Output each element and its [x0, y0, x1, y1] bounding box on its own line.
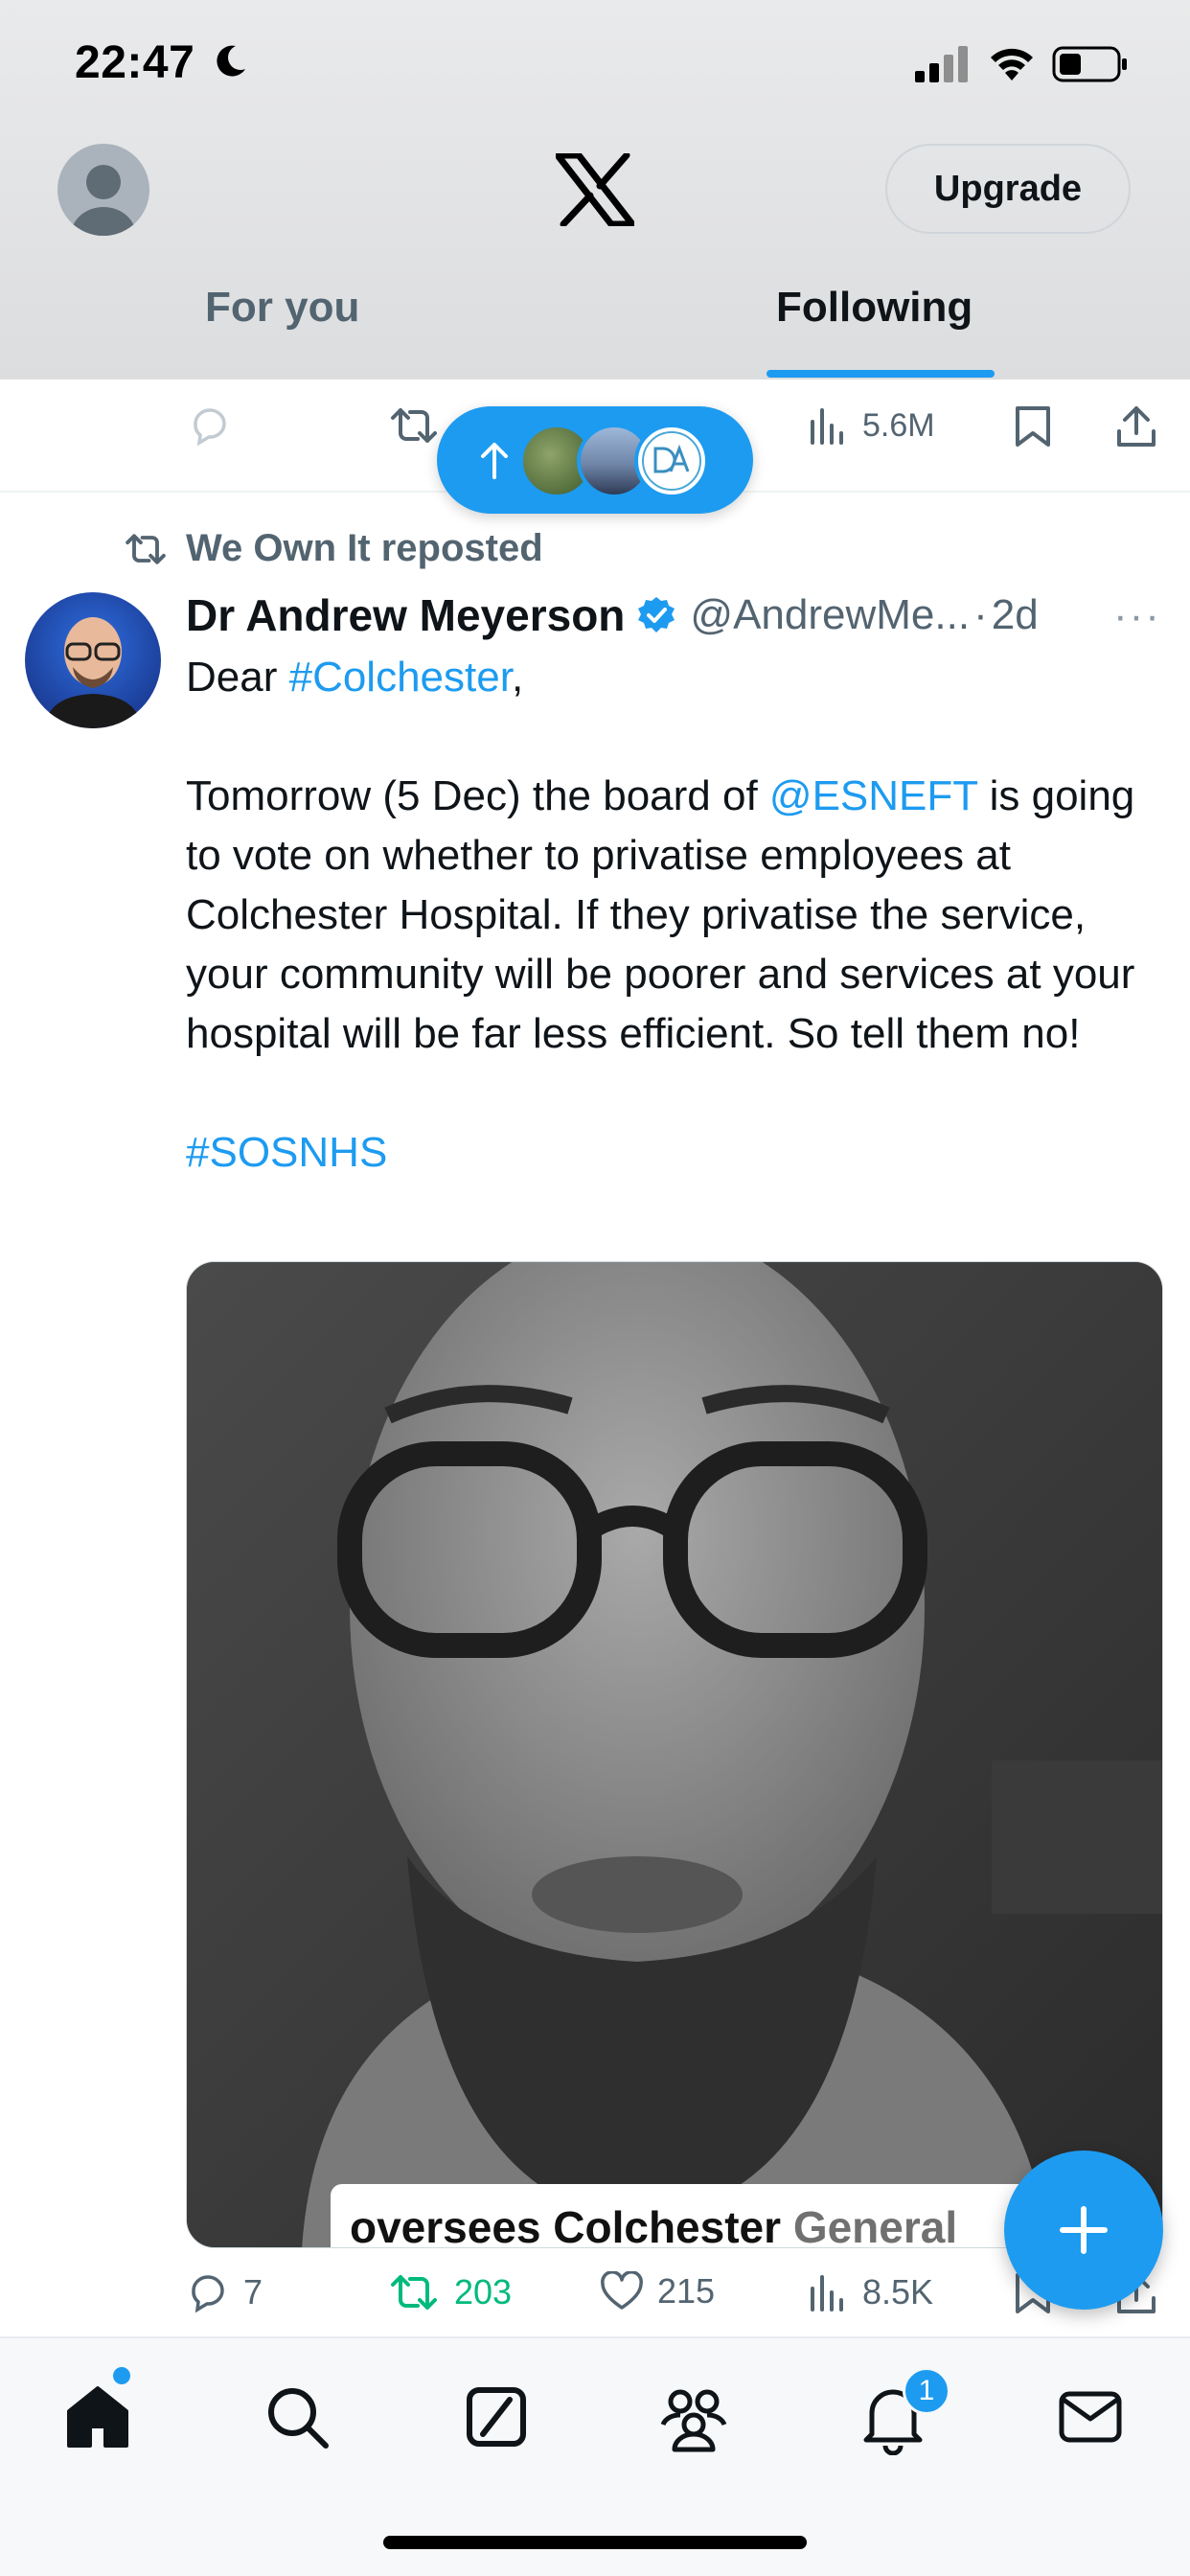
- nav-messages[interactable]: [1052, 2379, 1129, 2455]
- nav-grok[interactable]: [458, 2379, 535, 2455]
- avatar: [634, 424, 709, 498]
- body-paragraph: Tomorrow (5 Dec) the board of @ESNEFT is…: [186, 772, 1135, 1057]
- x-logo-icon[interactable]: [556, 153, 634, 226]
- avatar-portrait-icon: [44, 617, 142, 728]
- repost-icon: [391, 2275, 437, 2310]
- like-icon: [601, 2271, 643, 2310]
- separator-dot: ·: [973, 591, 988, 638]
- compose-post-button[interactable]: [1004, 2150, 1163, 2310]
- mail-icon: [1059, 2391, 1122, 2443]
- share-icon: [1117, 406, 1156, 447]
- post-time[interactable]: 2d: [992, 591, 1039, 639]
- views-button[interactable]: 5.6M: [807, 404, 935, 447]
- share-button[interactable]: [1115, 404, 1157, 448]
- repost-icon: [126, 533, 166, 564]
- status-time: 22:47: [75, 37, 195, 88]
- reply-button[interactable]: 7: [186, 2271, 263, 2313]
- hashtag-link[interactable]: #SOSNHS: [186, 1129, 387, 1176]
- views-icon: [811, 2275, 843, 2312]
- verified-icon[interactable]: [636, 595, 676, 635]
- tweet-body: Dear #Colchester, Tomorrow (5 Dec) the b…: [186, 648, 1154, 1183]
- home-indicator: [383, 2536, 807, 2549]
- status-bar: 22:47: [0, 0, 1190, 128]
- search-icon: [268, 2388, 329, 2449]
- reply-count: 7: [243, 2272, 263, 2312]
- repost-context[interactable]: We Own It reposted: [123, 527, 543, 570]
- greeting-line: Dear #Colchester,: [186, 654, 524, 701]
- home-icon: [67, 2386, 128, 2448]
- reply-icon: [194, 408, 226, 447]
- wifi-icon: [991, 48, 1033, 80]
- bookmark-button[interactable]: [1014, 404, 1052, 448]
- default-avatar-icon: [71, 165, 136, 236]
- profile-avatar-button[interactable]: [57, 144, 149, 236]
- mention-link[interactable]: @ESNEFT: [769, 772, 977, 819]
- like-button[interactable]: 215: [600, 2271, 715, 2312]
- views-count: 8.5K: [862, 2272, 934, 2312]
- views-count: 5.6M: [862, 406, 935, 444]
- views-icon: [811, 408, 843, 445]
- upgrade-button[interactable]: Upgrade: [885, 144, 1131, 234]
- nav-communities[interactable]: [655, 2379, 732, 2455]
- nav-home[interactable]: [59, 2379, 136, 2455]
- author-handle[interactable]: @AndrewMe...: [690, 591, 970, 639]
- video-caption: oversees Colchester General: [331, 2184, 1059, 2247]
- home-unread-dot: [113, 2367, 130, 2384]
- active-tab-indicator: [767, 370, 995, 378]
- plus-icon: [1060, 2206, 1108, 2254]
- tab-following[interactable]: Following: [776, 284, 973, 332]
- like-count: 215: [657, 2271, 716, 2311]
- tab-for-you[interactable]: For you: [205, 284, 359, 332]
- author-name[interactable]: Dr Andrew Meyerson: [186, 589, 625, 641]
- bookmark-icon: [1016, 406, 1050, 447]
- nav-search[interactable]: [259, 2379, 335, 2455]
- signal-icon: [915, 46, 968, 82]
- video-frame-image: [187, 1262, 1162, 2247]
- communities-icon: [660, 2389, 727, 2452]
- arrow-up-icon: [481, 443, 508, 479]
- repost-button[interactable]: [387, 404, 441, 447]
- da-logo-icon: [642, 431, 701, 491]
- battery-icon: [1052, 46, 1127, 82]
- hashtag-link[interactable]: #Colchester: [289, 654, 512, 701]
- views-button[interactable]: 8.5K: [807, 2271, 933, 2313]
- top-header: 22:47 Upgrade For you Following: [0, 0, 1190, 380]
- grok-icon: [467, 2387, 526, 2447]
- repost-button[interactable]: 203: [387, 2271, 512, 2313]
- new-posts-pill[interactable]: [437, 406, 753, 514]
- repost-count: 203: [454, 2272, 513, 2312]
- video-player[interactable]: oversees Colchester General: [186, 1261, 1163, 2248]
- notifications-badge: 1: [903, 2367, 950, 2415]
- moon-icon: [217, 45, 245, 77]
- tweet-header: Dr Andrew Meyerson @AndrewMe... · 2d: [186, 586, 1173, 644]
- repost-icon: [391, 408, 437, 443]
- reply-button[interactable]: [188, 404, 232, 447]
- repost-label: We Own It reposted: [186, 527, 543, 569]
- reply-icon: [192, 2275, 224, 2313]
- more-options-button[interactable]: ···: [1113, 592, 1161, 640]
- author-avatar[interactable]: [25, 592, 161, 728]
